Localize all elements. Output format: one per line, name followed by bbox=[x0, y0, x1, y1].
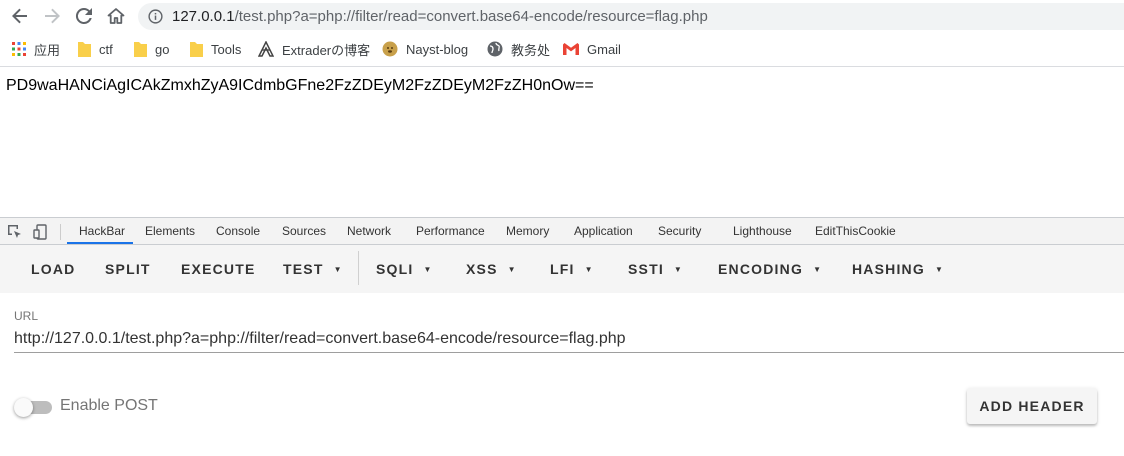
bookmark-go[interactable]: go bbox=[134, 40, 169, 58]
caret-down-icon: ▼ bbox=[934, 264, 945, 274]
active-tab-indicator bbox=[67, 242, 133, 244]
xss-menu-button[interactable]: XSS ▼ bbox=[466, 261, 517, 277]
address-host: 127.0.0.1 bbox=[172, 8, 235, 25]
execute-button[interactable]: EXECUTE bbox=[181, 261, 256, 277]
tab-sources[interactable]: Sources bbox=[282, 224, 326, 238]
tab-console[interactable]: Console bbox=[216, 224, 260, 238]
page-divider bbox=[0, 66, 1124, 67]
test-menu-button[interactable]: TEST ▼ bbox=[283, 261, 343, 277]
bookmark-ctf[interactable]: ctf bbox=[78, 40, 113, 58]
execute-label: EXECUTE bbox=[181, 261, 256, 277]
test-label: TEST bbox=[283, 261, 324, 277]
bookmark-label: Tools bbox=[211, 41, 242, 57]
bookmark-label: 应用 bbox=[34, 42, 61, 58]
caret-down-icon: ▼ bbox=[423, 264, 433, 274]
inspect-element-icon[interactable] bbox=[7, 224, 23, 240]
bookmark-extrader[interactable]: Extraderの博客 bbox=[258, 40, 370, 58]
forward-icon[interactable] bbox=[39, 4, 65, 28]
bookmark-nayst-blog[interactable]: Nayst-blog bbox=[382, 40, 468, 58]
caret-down-icon: ▼ bbox=[507, 264, 517, 274]
address-bar[interactable]: 127.0.0.1/test.php?a=php://filter/read=c… bbox=[138, 3, 1124, 30]
tab-network[interactable]: Network bbox=[347, 224, 391, 238]
bookmark-label: Extraderの博客 bbox=[282, 42, 371, 58]
apps-grid-icon bbox=[12, 42, 26, 56]
load-label: LOAD bbox=[31, 261, 76, 277]
ssti-menu-button[interactable]: SSTI ▼ bbox=[628, 261, 683, 277]
menu-separator bbox=[358, 251, 359, 285]
tab-separator bbox=[60, 224, 61, 240]
encoding-label: ENCODING bbox=[718, 261, 804, 277]
bookmarks-bar: 应用 ctf go Tools Extraderの博客 Nayst-blog 教… bbox=[0, 35, 1124, 63]
url-field-label: URL bbox=[14, 309, 39, 323]
bookmark-label: Gmail bbox=[587, 41, 621, 57]
reload-icon[interactable] bbox=[71, 4, 97, 28]
tab-editthiscookie[interactable]: EditThisCookie bbox=[815, 224, 896, 238]
doge-icon bbox=[382, 41, 398, 57]
site-icon bbox=[258, 41, 274, 57]
info-icon[interactable] bbox=[148, 9, 163, 29]
lfi-label: LFI bbox=[550, 261, 575, 277]
bookmark-label: go bbox=[155, 41, 170, 57]
bookmark-label: Nayst-blog bbox=[406, 41, 469, 57]
device-toolbar-icon[interactable] bbox=[33, 224, 49, 240]
enable-post-label: Enable POST bbox=[60, 397, 158, 414]
split-label: SPLIT bbox=[105, 261, 151, 277]
encoding-menu-button[interactable]: ENCODING ▼ bbox=[718, 261, 822, 277]
home-icon[interactable] bbox=[103, 4, 129, 28]
bookmark-gmail[interactable]: Gmail bbox=[563, 40, 621, 58]
xss-label: XSS bbox=[466, 261, 498, 277]
caret-down-icon: ▼ bbox=[584, 264, 594, 274]
hashing-menu-button[interactable]: HASHING ▼ bbox=[852, 261, 944, 277]
devtools-tab-strip: HackBar Elements Console Sources Network… bbox=[0, 217, 1124, 245]
tab-application[interactable]: Application bbox=[574, 224, 633, 238]
address-path: /test.php?a=php://filter/read=convert.ba… bbox=[234, 8, 708, 25]
bookmark-apps[interactable]: 应用 bbox=[12, 40, 60, 58]
caret-down-icon: ▼ bbox=[333, 264, 343, 274]
bookmark-label: ctf bbox=[99, 41, 113, 57]
tab-hackbar[interactable]: HackBar bbox=[79, 224, 125, 238]
back-icon[interactable] bbox=[7, 4, 33, 28]
tab-elements[interactable]: Elements bbox=[145, 224, 195, 238]
ssti-label: SSTI bbox=[628, 261, 664, 277]
add-header-button[interactable]: ADD HEADER bbox=[967, 388, 1097, 424]
bookmark-jiaowuchu[interactable]: 教务处 bbox=[487, 40, 550, 58]
hashing-label: HASHING bbox=[852, 261, 925, 277]
page-output-text: PD9waHANCiAgICAkZmxhZyA9ICdmbGFne2FzZDEy… bbox=[6, 77, 594, 94]
browser-toolbar: 127.0.0.1/test.php?a=php://filter/read=c… bbox=[0, 0, 1124, 33]
sqli-menu-button[interactable]: SQLI ▼ bbox=[376, 261, 433, 277]
bookmark-tools[interactable]: Tools bbox=[190, 40, 241, 58]
toggle-knob bbox=[14, 398, 33, 417]
hackbar-menu: LOAD SPLIT EXECUTE TEST ▼ SQLI ▼ XSS ▼ LFI ▼… bbox=[0, 245, 1124, 293]
tab-memory[interactable]: Memory bbox=[506, 224, 549, 238]
enable-post-toggle[interactable] bbox=[14, 398, 52, 417]
gmail-icon bbox=[563, 43, 579, 55]
url-input[interactable] bbox=[14, 325, 1124, 353]
folder-icon bbox=[134, 41, 147, 57]
load-button[interactable]: LOAD bbox=[31, 261, 75, 277]
caret-down-icon: ▼ bbox=[673, 264, 684, 274]
lfi-menu-button[interactable]: LFI ▼ bbox=[550, 261, 594, 277]
folder-icon bbox=[78, 41, 91, 57]
sqli-label: SQLI bbox=[376, 261, 414, 277]
tab-performance[interactable]: Performance bbox=[416, 224, 485, 238]
tab-lighthouse[interactable]: Lighthouse bbox=[733, 224, 792, 238]
globe-icon bbox=[487, 41, 503, 57]
address-text[interactable]: 127.0.0.1/test.php?a=php://filter/read=c… bbox=[172, 8, 708, 25]
bookmark-label: 教务处 bbox=[511, 42, 551, 58]
folder-icon bbox=[190, 41, 203, 57]
split-button[interactable]: SPLIT bbox=[105, 261, 151, 277]
caret-down-icon: ▼ bbox=[813, 264, 823, 274]
tab-security[interactable]: Security bbox=[658, 224, 701, 238]
